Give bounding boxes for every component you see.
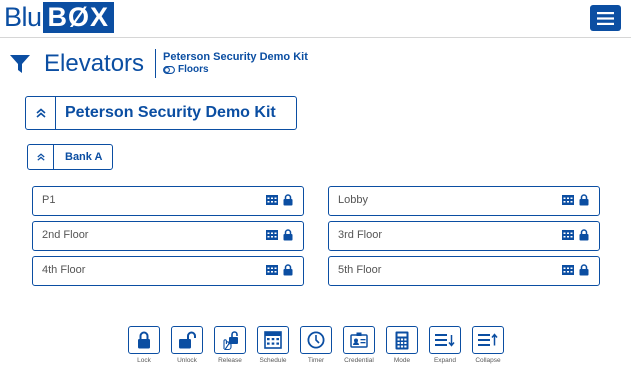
breadcrumb-site[interactable]: Peterson Security Demo Kit bbox=[163, 51, 308, 63]
lock-icon bbox=[283, 229, 293, 241]
timer-label: Timer bbox=[307, 357, 325, 364]
floor-item[interactable]: 2nd Floor bbox=[32, 221, 304, 251]
collapse-action: Collapse bbox=[472, 326, 506, 364]
schedule-button[interactable] bbox=[257, 326, 289, 354]
lock-label: Lock bbox=[137, 357, 151, 364]
breadcrumb-section[interactable]: Floors bbox=[163, 64, 209, 75]
collapse-button[interactable] bbox=[472, 326, 504, 354]
floor-name: P1 bbox=[42, 194, 56, 206]
logo-text-box: BØX bbox=[42, 2, 115, 33]
breadcrumb-section-label: Floors bbox=[178, 64, 209, 75]
timer-action: Timer bbox=[300, 326, 334, 364]
lock-button[interactable] bbox=[128, 326, 160, 354]
collapse-icon bbox=[478, 333, 498, 346]
schedule-icon bbox=[562, 195, 574, 205]
top-navbar: Blu BØX bbox=[0, 0, 631, 38]
credential-action: Credential bbox=[343, 326, 377, 364]
toggle-icon bbox=[163, 65, 175, 74]
lock-icon bbox=[283, 264, 293, 276]
site-group-header[interactable]: Peterson Security Demo Kit bbox=[25, 96, 297, 130]
expand-button[interactable] bbox=[429, 326, 461, 354]
lock-action: Lock bbox=[128, 326, 162, 364]
mode-action: Mode bbox=[386, 326, 420, 364]
timer-button[interactable] bbox=[300, 326, 332, 354]
lock-icon bbox=[579, 229, 589, 241]
credential-icon bbox=[350, 332, 368, 348]
expand-label: Expand bbox=[433, 357, 457, 364]
site-collapse-button[interactable] bbox=[26, 97, 56, 129]
credential-label: Credential bbox=[344, 357, 374, 364]
schedule-icon bbox=[562, 265, 574, 275]
release-icon bbox=[223, 331, 238, 350]
floor-item[interactable]: 5th Floor bbox=[328, 256, 600, 286]
floor-name: 2nd Floor bbox=[42, 229, 89, 241]
floor-item[interactable]: P1 bbox=[32, 186, 304, 216]
floor-name: Lobby bbox=[338, 194, 368, 206]
expand-icon bbox=[435, 334, 455, 347]
mode-icon bbox=[395, 331, 409, 349]
schedule-label: Schedule bbox=[259, 357, 287, 364]
floor-name: 5th Floor bbox=[338, 264, 382, 276]
floor-item[interactable]: Lobby bbox=[328, 186, 600, 216]
bank-name: Bank A bbox=[65, 151, 103, 163]
unlock-icon bbox=[179, 331, 196, 349]
unlock-action: Unlock bbox=[171, 326, 205, 364]
schedule-icon bbox=[264, 331, 282, 349]
floor-name: 3rd Floor bbox=[338, 229, 383, 241]
bank-collapse-button[interactable] bbox=[28, 145, 54, 169]
bank-group-header[interactable]: Bank A bbox=[27, 144, 113, 170]
lock-icon bbox=[283, 194, 293, 206]
site-name: Peterson Security Demo Kit bbox=[65, 104, 276, 121]
release-button[interactable] bbox=[214, 326, 246, 354]
double-chevron-up-icon bbox=[36, 153, 45, 161]
schedule-icon bbox=[266, 230, 278, 240]
schedule-icon bbox=[266, 195, 278, 205]
floor-name: 4th Floor bbox=[42, 264, 86, 276]
lock-icon bbox=[138, 331, 150, 349]
release-label: Release bbox=[218, 357, 242, 364]
unlock-label: Unlock bbox=[177, 357, 197, 364]
expand-action: Expand bbox=[429, 326, 463, 364]
mode-button[interactable] bbox=[386, 326, 418, 354]
mode-label: Mode bbox=[393, 357, 411, 364]
action-toolbar: Lock Unlock Release Schedule Timer Crede… bbox=[128, 326, 508, 371]
double-chevron-up-icon bbox=[35, 108, 46, 118]
unlock-button[interactable] bbox=[171, 326, 203, 354]
hamburger-menu-icon bbox=[597, 11, 614, 25]
lock-icon bbox=[579, 264, 589, 276]
title-divider bbox=[155, 49, 156, 78]
menu-button[interactable] bbox=[590, 5, 621, 31]
schedule-action: Schedule bbox=[257, 326, 291, 364]
floor-item[interactable]: 3rd Floor bbox=[328, 221, 600, 251]
blubox-logo[interactable]: Blu BØX bbox=[4, 2, 115, 33]
schedule-icon bbox=[562, 230, 574, 240]
timer-icon bbox=[307, 331, 325, 349]
floor-item[interactable]: 4th Floor bbox=[32, 256, 304, 286]
credential-button[interactable] bbox=[343, 326, 375, 354]
release-action: Release bbox=[214, 326, 248, 364]
logo-text-blu: Blu bbox=[4, 2, 42, 32]
lock-icon bbox=[579, 194, 589, 206]
page-title: Elevators bbox=[44, 50, 145, 77]
collapse-label: Collapse bbox=[475, 357, 501, 364]
schedule-icon bbox=[266, 265, 278, 275]
filter-icon[interactable] bbox=[10, 54, 30, 74]
